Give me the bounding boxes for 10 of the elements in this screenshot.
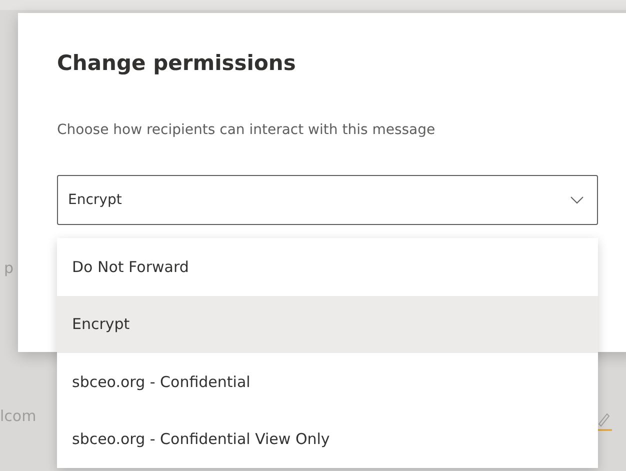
permission-dropdown[interactable]: Encrypt [57, 175, 598, 225]
menu-option[interactable]: Do Not Forward [57, 238, 598, 296]
menu-option[interactable]: sbceo.org - Confidential View Only [57, 410, 598, 468]
menu-option[interactable]: sbceo.org - Confidential [57, 353, 598, 410]
dialog-description: Choose how recipients can interact with this message [57, 121, 436, 140]
chevron-icon [570, 196, 584, 204]
background-text: lcom [0, 407, 36, 425]
background-text: p [4, 259, 14, 277]
dialog-title: Change permissions [57, 50, 297, 76]
menu-option[interactable]: Encrypt [57, 296, 598, 353]
